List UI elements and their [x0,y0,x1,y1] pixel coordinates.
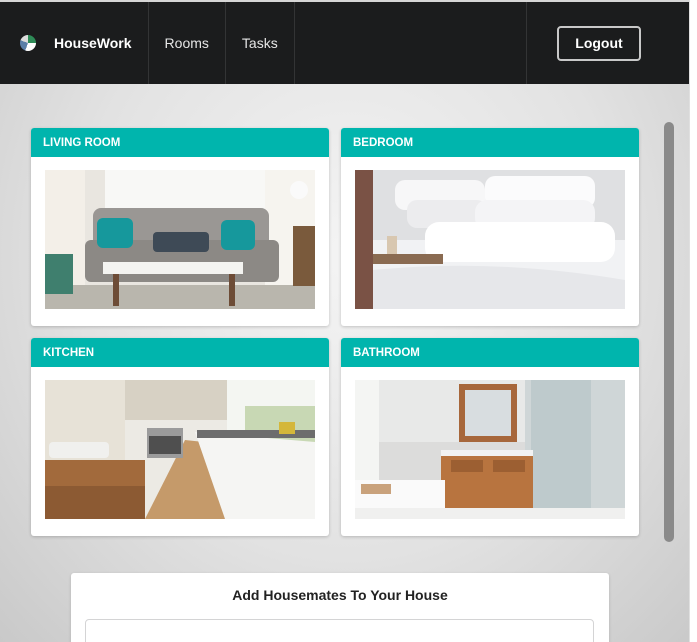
nav-item-tasks[interactable]: Tasks [226,2,295,84]
logout-button[interactable]: Logout [557,25,641,61]
nav-item-rooms[interactable]: Rooms [149,2,226,84]
add-housemates-title: Add Housemates To Your House [232,587,448,603]
brand-link[interactable]: HouseWork [0,2,149,84]
bathroom-image [355,380,625,519]
room-card-living-room[interactable]: LIVING ROOM [31,128,329,326]
room-card-bedroom[interactable]: BEDROOM [341,128,639,326]
window-edge [689,0,697,642]
room-title: BEDROOM [341,128,639,157]
room-card-kitchen[interactable]: KITCHEN [31,338,329,536]
kitchen-image [45,380,315,519]
add-housemates-card: Add Housemates To Your House [71,573,609,642]
room-title: LIVING ROOM [31,128,329,157]
room-title: BATHROOM [341,338,639,367]
room-title: KITCHEN [31,338,329,367]
bedroom-image [355,170,625,309]
brand-name: HouseWork [54,35,132,51]
scrollbar-thumb[interactable] [664,122,674,542]
top-navbar: HouseWork Rooms Tasks Logout [0,0,689,84]
room-card-bathroom[interactable]: BATHROOM [341,338,639,536]
navbar-spacer [295,2,527,84]
housemate-input[interactable] [85,619,594,642]
living-room-image [45,170,315,309]
house-logo-icon [20,35,36,51]
navbar-right: Logout [527,2,689,84]
